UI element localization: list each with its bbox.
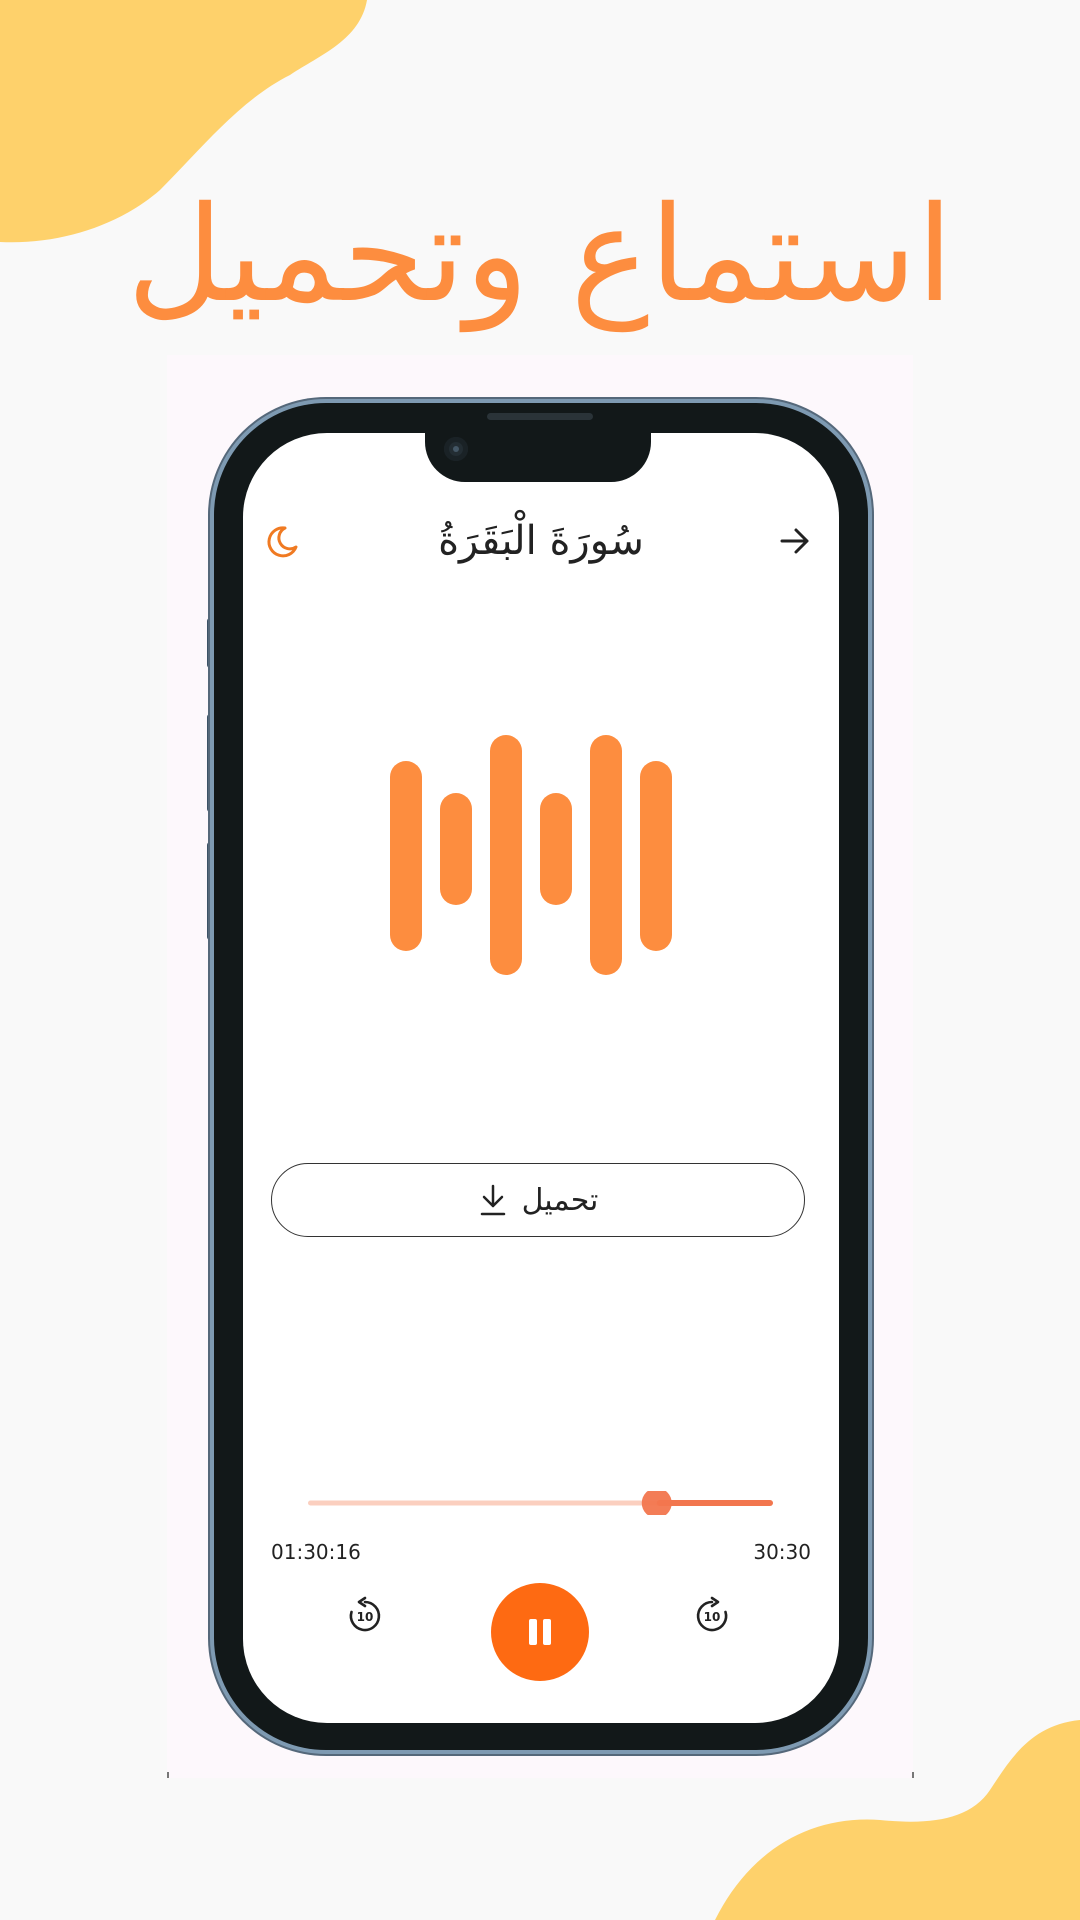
moon-icon[interactable] [265,525,299,559]
sound-wave-icon [390,735,672,975]
corner-mark-right [912,1772,914,1778]
slider-thumb [641,1491,672,1515]
download-label: تحميل [521,1182,599,1218]
phone-speaker [487,413,593,420]
rewind-seconds: 10 [357,1610,374,1624]
forward-seconds: 10 [704,1610,721,1624]
corner-mark-left [167,1772,169,1778]
phone-volume-up [207,714,214,812]
headline: استماع وتحميل [126,178,955,332]
forward-10-icon[interactable]: 10 [692,1596,732,1636]
play-pause-button[interactable] [491,1583,589,1681]
progress-slider[interactable] [308,1491,773,1515]
rewind-10-icon[interactable]: 10 [345,1596,385,1636]
phone-screen: سُورَةَ الْبَقَرَةُ تحميل 01:30:16 30:30… [243,433,839,1723]
arrow-right-icon[interactable] [777,523,813,559]
phone-volume-down [207,842,214,940]
download-button[interactable]: تحميل [271,1163,805,1237]
phone-silent-switch [207,618,214,668]
download-icon [480,1184,505,1216]
front-camera [444,437,468,461]
time-total: 30:30 [753,1540,811,1564]
slider-fill [656,1500,773,1506]
surah-title: سُورَةَ الْبَقَرَةُ [438,518,644,564]
time-elapsed: 01:30:16 [271,1540,361,1564]
pause-icon [529,1619,551,1645]
